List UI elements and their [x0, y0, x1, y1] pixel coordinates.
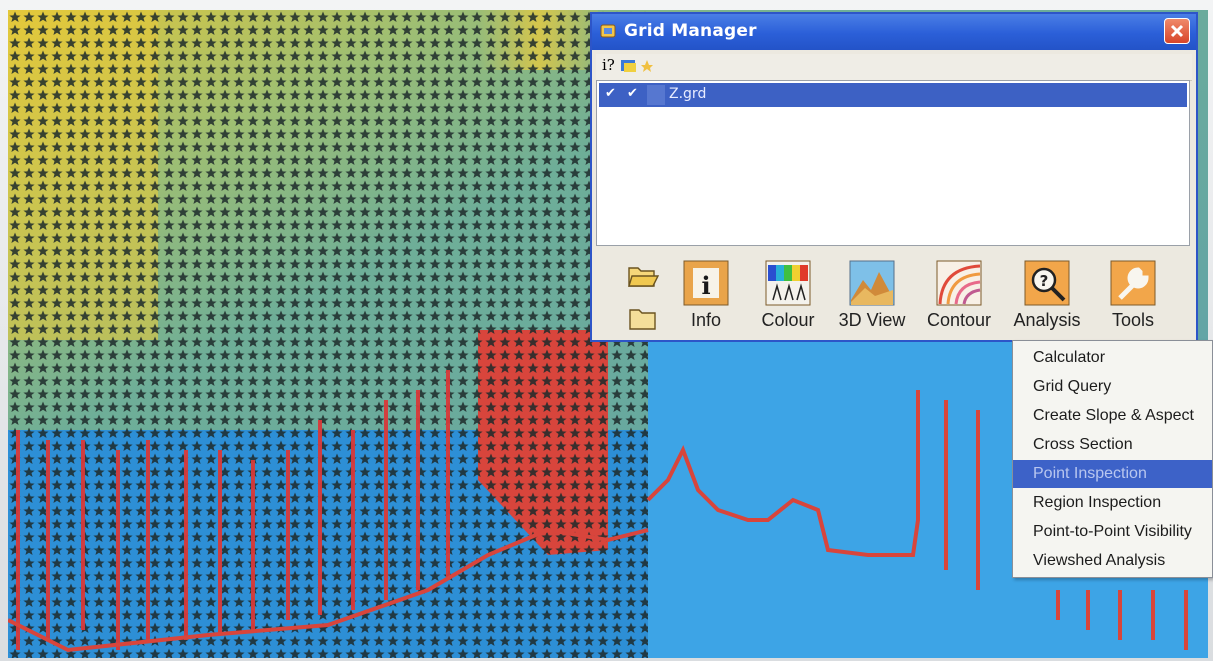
star-icon[interactable] — [640, 58, 654, 74]
tools-button[interactable]: Tools — [1098, 248, 1168, 336]
folder-icon[interactable] — [626, 306, 660, 332]
tools-label: Tools — [1111, 310, 1155, 330]
menu-item-cross-section[interactable]: Cross Section — [1013, 431, 1212, 459]
menu-item-region-inspection[interactable]: Region Inspection — [1013, 489, 1212, 517]
visible-checkbox[interactable]: ✔ — [605, 86, 616, 101]
open-folder-icon[interactable] — [626, 262, 660, 290]
info-icon: i — [683, 260, 729, 306]
analysis-icon: ? — [1024, 260, 1070, 306]
3d-view-button[interactable]: 3D View — [830, 248, 914, 336]
window-title: Grid Manager — [624, 21, 757, 41]
close-icon — [1170, 24, 1184, 38]
title-bar[interactable]: Grid Manager — [592, 14, 1196, 50]
contour-label: Contour — [926, 310, 992, 330]
3d-view-icon — [849, 260, 895, 306]
analysis-label: Analysis — [1013, 310, 1081, 330]
photo-frame: Grid Manager i? ✔ ✔ Z.grd i Info Colour … — [0, 0, 1213, 661]
properties-icon[interactable]: i? — [602, 56, 615, 74]
info-button[interactable]: i Info — [674, 248, 738, 336]
grid-thumbnail — [647, 85, 665, 105]
contour-button[interactable]: Contour — [918, 248, 1000, 336]
tools-icon — [1110, 260, 1156, 306]
grid-file-name: Z.grd — [669, 86, 707, 102]
grid-manager-button-bar: i Info Colour 3D View Contour ? Analysis… — [596, 248, 1192, 338]
active-checkbox[interactable]: ✔ — [627, 86, 638, 101]
grid-manager-toolbar: i? — [596, 54, 1192, 81]
svg-text:i: i — [701, 271, 710, 300]
menu-item-grid-query[interactable]: Grid Query — [1013, 373, 1212, 401]
svg-text:?: ? — [1040, 272, 1049, 290]
info-label: Info — [690, 310, 722, 330]
menu-item-point-to-point-visibility[interactable]: Point-to-Point Visibility — [1013, 518, 1212, 546]
tools-menu: Calculator Grid Query Create Slope & Asp… — [1012, 340, 1213, 578]
close-button[interactable] — [1164, 18, 1190, 44]
grid-manager-window: Grid Manager i? ✔ ✔ Z.grd i Info Colour … — [590, 12, 1198, 342]
3d-view-label: 3D View — [838, 310, 906, 330]
menu-item-create-slope-aspect[interactable]: Create Slope & Aspect — [1013, 402, 1212, 430]
menu-item-calculator[interactable]: Calculator — [1013, 344, 1212, 372]
colour-label: Colour — [761, 310, 815, 330]
grid-list[interactable]: ✔ ✔ Z.grd — [596, 80, 1190, 246]
contour-icon — [936, 260, 982, 306]
analysis-button[interactable]: ? Analysis — [1002, 248, 1092, 336]
colour-icon — [765, 260, 811, 306]
colour-button[interactable]: Colour — [750, 248, 826, 336]
grid-manager-app-icon — [600, 24, 616, 38]
menu-item-viewshed-analysis[interactable]: Viewshed Analysis — [1013, 547, 1212, 575]
layer-colour-icon[interactable] — [620, 58, 638, 74]
menu-item-point-inspection[interactable]: Point Inspection — [1013, 460, 1212, 488]
grid-list-row[interactable]: ✔ ✔ Z.grd — [599, 83, 1187, 107]
